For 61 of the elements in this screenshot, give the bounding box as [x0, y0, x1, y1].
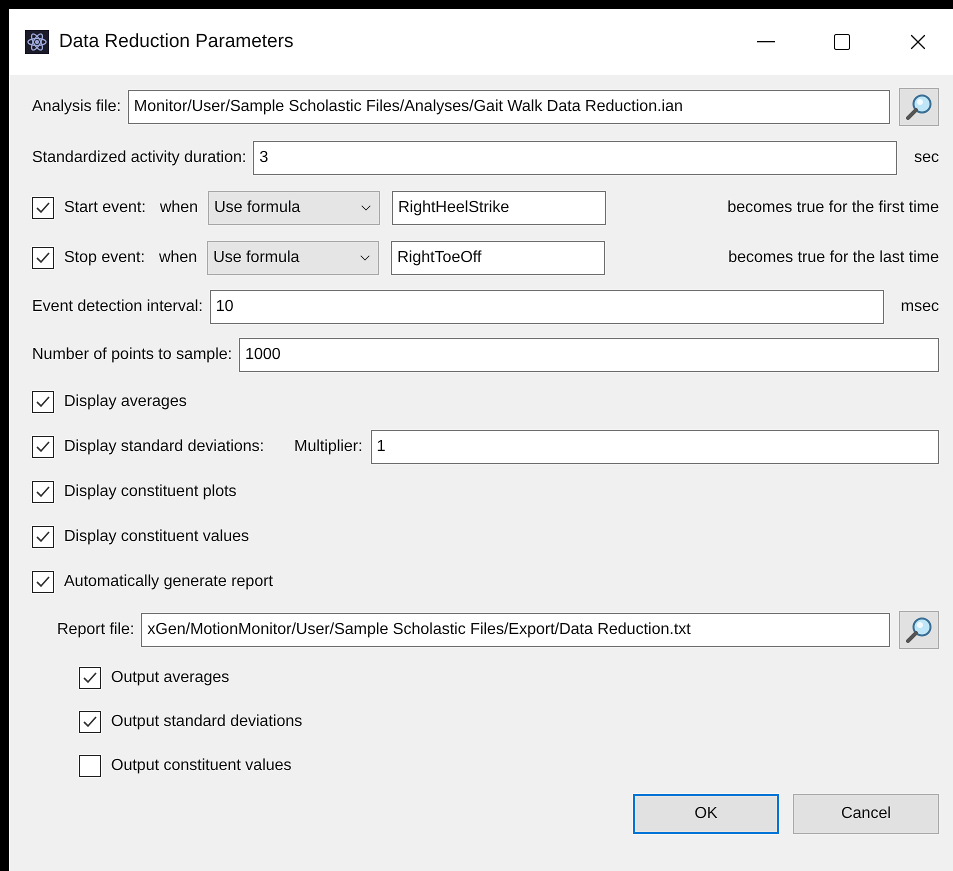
minimize-icon [757, 41, 775, 43]
checkbox-label: Display constituent values [64, 526, 249, 546]
event-label: Start event: [64, 198, 146, 218]
dialog-button[interactable]: OK [633, 794, 779, 834]
checkbox[interactable] [32, 436, 54, 458]
atom-icon [25, 30, 49, 54]
checkmark-icon [82, 715, 98, 729]
checkbox-label: Output constituent values [111, 756, 292, 776]
report-file-field[interactable]: xGen/MotionMonitor/User/Sample Scholastic Files/Export/Data Reduction.txt [141, 613, 890, 647]
formula-dropdown[interactable]: Use formula [207, 241, 380, 275]
field-label: Number of points to sample: [32, 345, 232, 365]
when-label: when [160, 198, 198, 218]
search-icon [904, 615, 934, 645]
analysis-file-field[interactable]: Monitor/User/Sample Scholastic Files/Analyses/Gait Walk Data Reduction.ian [128, 90, 890, 124]
when-label: when [158, 248, 198, 268]
checkbox-label: Display constituent plots [64, 482, 237, 502]
interval-field[interactable]: 10 [210, 290, 884, 324]
field-label: Multiplier: [294, 436, 363, 456]
search-icon [904, 92, 934, 122]
checkbox[interactable] [79, 755, 101, 777]
multiplier-field[interactable]: 1 [370, 430, 939, 464]
checkbox-label: Automatically generate report [64, 572, 273, 592]
checkbox[interactable] [32, 247, 54, 269]
field-label: Standardized activity duration: [32, 148, 246, 168]
unit-label: msec [900, 297, 939, 317]
checkbox[interactable] [32, 197, 54, 219]
maximize-icon [832, 32, 852, 52]
checkmark-icon [35, 574, 51, 588]
event-condition-label: becomes true for the first time [727, 198, 939, 218]
formula-field[interactable]: RightHeelStrike [392, 191, 606, 225]
duration-field[interactable]: 3 [253, 141, 898, 175]
checkmark-icon [35, 201, 51, 215]
checkmark-icon [35, 530, 51, 544]
checkbox[interactable] [79, 667, 101, 689]
checkmark-icon [35, 440, 51, 454]
checkmark-icon [35, 251, 51, 265]
checkbox[interactable] [32, 570, 54, 592]
formula-field[interactable]: RightToeOff [391, 241, 606, 275]
unit-label: sec [914, 148, 939, 168]
checkmark-icon [35, 394, 51, 408]
formula-dropdown[interactable]: Use formula [208, 191, 380, 225]
checkbox-label: Output averages [111, 668, 230, 688]
points-field[interactable]: 1000 [239, 338, 939, 372]
window-title: Data Reduction Parameters [59, 30, 294, 54]
browse-button[interactable] [899, 611, 939, 649]
event-condition-label: becomes true for the last time [728, 248, 939, 268]
checkbox[interactable] [79, 711, 101, 733]
checkbox[interactable] [32, 390, 54, 412]
checkbox[interactable] [32, 480, 54, 502]
checkbox-label: Display standard deviations: [64, 436, 264, 456]
field-label: Analysis file: [32, 97, 121, 117]
dialog-button[interactable]: Cancel [793, 794, 939, 834]
checkbox-label: Display averages [64, 392, 187, 412]
field-label: Report file: [57, 620, 134, 640]
checkbox-label: Output standard deviations [111, 712, 302, 732]
checkbox[interactable] [32, 526, 54, 548]
checkmark-icon [82, 671, 98, 685]
field-label: Event detection interval: [32, 297, 203, 317]
browse-button[interactable] [899, 88, 939, 126]
event-label: Stop event: [64, 248, 145, 268]
checkmark-icon [35, 484, 51, 498]
